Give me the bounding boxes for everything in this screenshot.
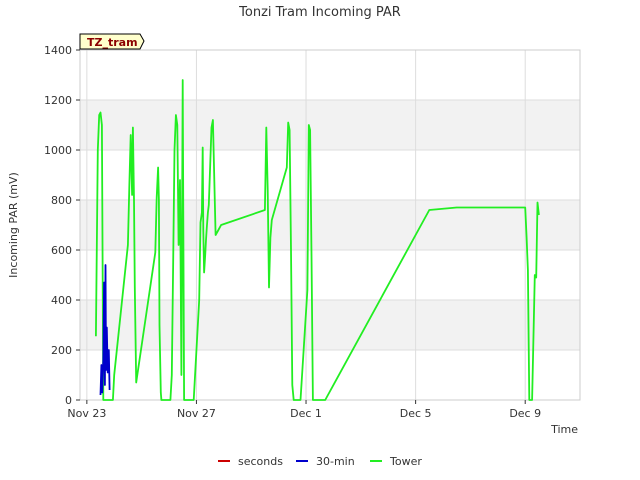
y-tick-label: 1400 <box>44 44 72 57</box>
x-tick-label: Dec 9 <box>509 407 541 420</box>
legend-label: 30-min <box>316 455 355 468</box>
y-tick-label: 0 <box>65 394 72 407</box>
legend-item: Tower <box>370 455 422 468</box>
y-tick-label: 1200 <box>44 94 72 107</box>
y-tick-label: 600 <box>51 244 72 257</box>
background-bands <box>80 100 580 350</box>
y-tick-label: 400 <box>51 294 72 307</box>
y-axis-ticks: 0 200 400 600 800 1000 1200 1400 <box>44 44 80 407</box>
y-tick-label: 800 <box>51 194 72 207</box>
x-tick-label: Dec 1 <box>290 407 322 420</box>
legend-item: 30-min <box>296 455 355 468</box>
legend-item: seconds <box>218 455 283 468</box>
x-tick-label: Nov 23 <box>67 407 106 420</box>
site-tag-label: TZ_tram <box>87 36 138 49</box>
legend: seconds 30-min Tower <box>218 455 422 468</box>
y-tick-label: 200 <box>51 344 72 357</box>
site-tag: TZ_tram <box>79 33 145 50</box>
x-tick-label: Dec 5 <box>400 407 432 420</box>
legend-label: Tower <box>389 455 422 468</box>
background-band <box>80 300 580 350</box>
chart-title: Tonzi Tram Incoming PAR <box>238 5 401 20</box>
x-axis-label: Time <box>550 423 578 436</box>
x-axis-ticks: Nov 23 Nov 27 Dec 1 Dec 5 Dec 9 <box>67 400 541 420</box>
chart: 0 200 400 600 800 1000 1200 1400 Nov 23 Nov 27 De… <box>7 5 581 468</box>
y-axis-label: Incoming PAR (mV) <box>7 172 20 278</box>
background-band <box>80 100 580 150</box>
x-tick-label: Nov 27 <box>177 407 216 420</box>
y-tick-label: 1000 <box>44 144 72 157</box>
legend-label: seconds <box>238 455 283 468</box>
